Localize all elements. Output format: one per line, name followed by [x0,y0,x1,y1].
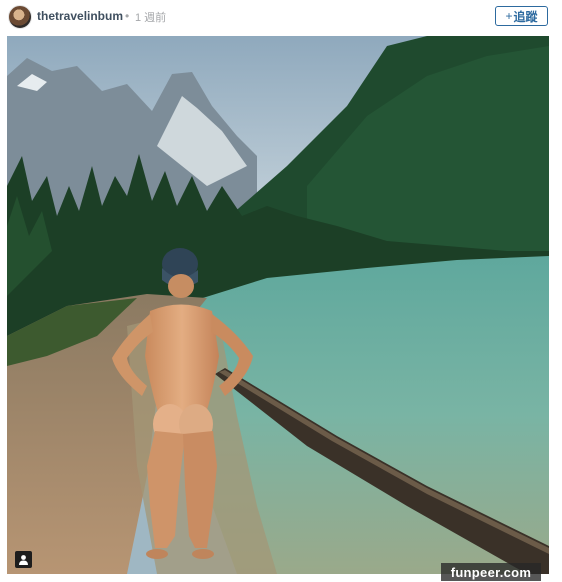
post-timestamp[interactable]: 1 週前 [135,9,166,25]
username-link[interactable]: thetravelinbum [37,9,123,23]
separator-dot: • [125,9,130,23]
follow-button[interactable]: + 追蹤 [495,6,548,26]
user-glyph-icon [19,555,28,565]
watermark: funpeer.com [441,563,541,581]
plus-icon: + [505,9,513,23]
post-photo[interactable] [7,36,549,574]
follow-button-label: 追蹤 [513,9,538,24]
user-avatar[interactable] [8,5,32,29]
tagged-user-icon[interactable] [15,551,32,568]
post-header: thetravelinbum • 1 週前 + 追蹤 [0,0,562,36]
photo-illustration [7,36,549,574]
